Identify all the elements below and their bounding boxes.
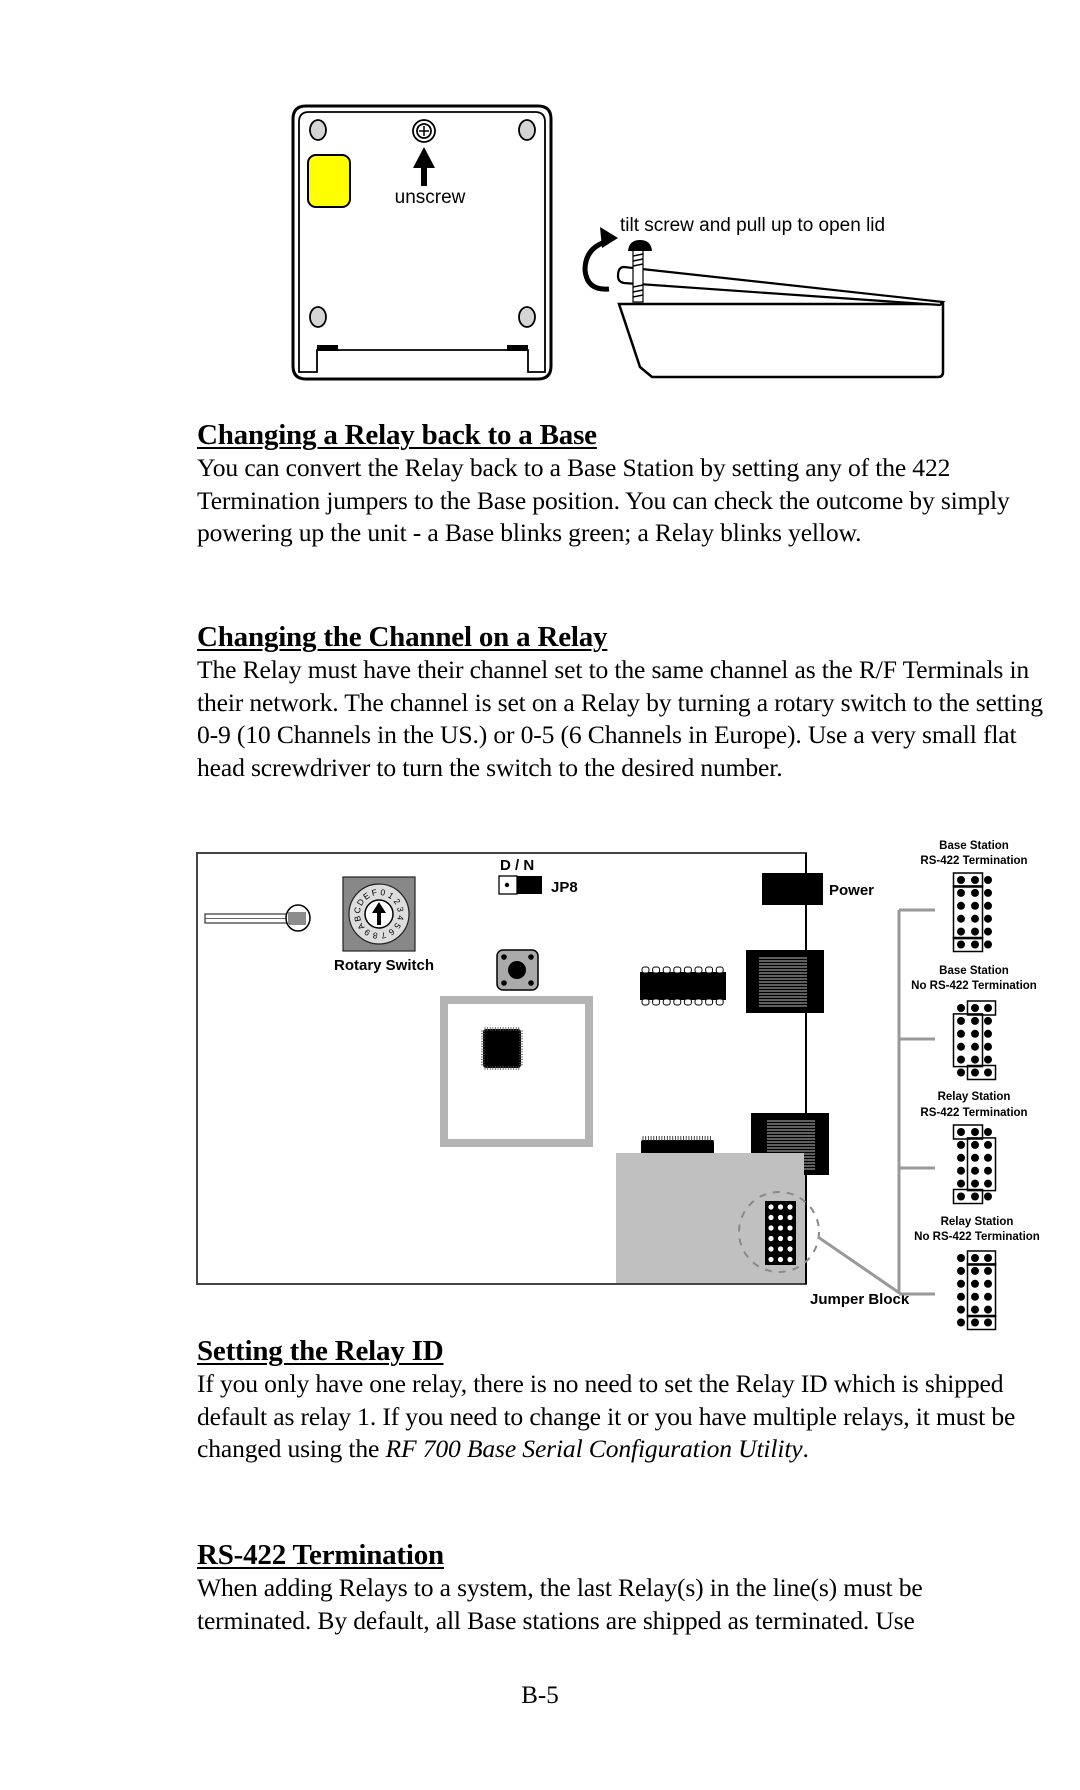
rotary-switch-label: Rotary Switch	[334, 957, 434, 974]
legend-title-line2: No RS-422 Termination	[911, 980, 1037, 992]
section-body: If you only have one relay, there is no …	[197, 1368, 1055, 1466]
shield-frame	[440, 996, 593, 1147]
legend-title-line2: No RS-422 Termination	[914, 1231, 1040, 1243]
section-heading: Setting the Relay ID	[197, 1335, 444, 1367]
qfp-chip	[481, 1027, 523, 1070]
legend-jumper-1	[952, 872, 992, 953]
power-label: Power	[829, 882, 874, 899]
body-text: .	[802, 1434, 809, 1464]
page-number: B-5	[521, 1682, 559, 1709]
legend-jumper-4	[957, 1250, 997, 1331]
power-connector	[762, 873, 823, 905]
legend-jumper-2	[952, 1000, 997, 1081]
legend-title-line1: Relay Station	[941, 1216, 1014, 1228]
section-rs422-termination: RS-422 Termination When adding Relays to…	[197, 1538, 1057, 1637]
legend-title-line1: Base Station	[939, 965, 1009, 977]
circuit-board-figure: 0 123456789ABCDE F Rotary Switch D / N JP8	[196, 840, 1040, 1331]
legend-title-line2: RS-422 Termination	[920, 855, 1027, 867]
legend-title-line1: Base Station	[939, 840, 1009, 852]
dip-chip	[640, 966, 726, 1006]
jumper-block-label: Jumper Block	[810, 1291, 910, 1308]
legend-title-line1: Relay Station	[938, 1091, 1011, 1103]
section-body: When adding Relays to a system, the last…	[197, 1573, 923, 1635]
jp8-label: JP8	[551, 879, 578, 896]
push-button[interactable]	[496, 949, 539, 991]
jp8-jumper[interactable]	[498, 875, 542, 895]
utility-name: RF 700 Base Serial Configuration Utility	[385, 1434, 803, 1464]
rj-connector-upper	[746, 950, 824, 1013]
dn-label: D / N	[500, 857, 534, 874]
rotary-switch[interactable]: 0 123456789ABCDE F	[342, 876, 416, 952]
section-heading: RS-422 Termination	[197, 1539, 444, 1571]
section-relay-id: Setting the Relay ID If you only have on…	[197, 1334, 1057, 1466]
jumper-block[interactable]	[765, 1201, 796, 1265]
legend-jumper-3	[952, 1124, 997, 1205]
legend-title-line2: RS-422 Termination	[920, 1107, 1027, 1119]
